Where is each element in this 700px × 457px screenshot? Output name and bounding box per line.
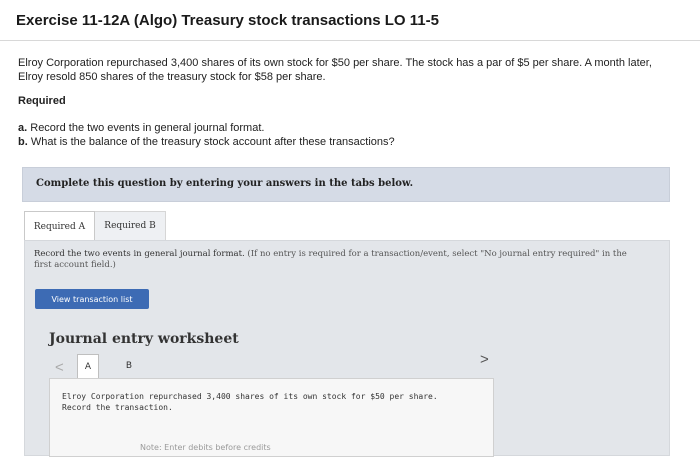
requirements-list: a. Record the two events in general jour… [18,121,395,149]
worksheet-title: Journal entry worksheet [49,331,239,347]
instructions-text: Complete this question by entering your … [36,178,414,189]
requirement-b-label: b. [18,136,28,148]
title-divider [0,40,700,41]
tab-required-a[interactable]: Required A [24,211,95,241]
panel-instruction-text: Record the two events in general journal… [34,249,245,259]
instructions-banner: Complete this question by entering your … [22,167,670,202]
worksheet-description: Elroy Corporation repurchased 3,400 shar… [62,391,438,413]
tab-panel: Record the two events in general journal… [24,240,670,457]
required-heading: Required [18,95,66,107]
problem-line-2: Elroy resold 850 shares of the treasury … [18,71,326,83]
worksheet-tab-a[interactable]: A [77,354,99,378]
requirement-a-text: Record the two events in general journal… [30,122,265,134]
worksheet-description-box: Elroy Corporation repurchased 3,400 shar… [49,378,494,457]
requirement-a-label: a. [18,122,28,134]
worksheet-desc-line-2: Record the transaction. [62,403,173,412]
prev-arrow-icon[interactable]: < [55,359,64,376]
exercise-title: Exercise 11-12A (Algo) Treasury stock tr… [16,12,439,29]
requirement-b-text: What is the balance of the treasury stoc… [30,136,395,148]
view-transaction-list-button[interactable]: View transaction list [35,289,149,309]
problem-statement: Elroy Corporation repurchased 3,400 shar… [18,56,683,84]
worksheet-hint: Note: Enter debits before credits [140,443,271,452]
requirement-b: b. What is the balance of the treasury s… [18,135,395,149]
tab-required-b[interactable]: Required B [95,211,166,241]
panel-note-line-1: (If no entry is required for a transacti… [247,249,627,259]
panel-note-line-2: first account field.) [34,260,116,270]
problem-line-1: Elroy Corporation repurchased 3,400 shar… [18,57,652,69]
worksheet-tab-b[interactable]: B [117,354,141,378]
panel-instructions: Record the two events in general journal… [34,249,664,271]
requirement-a: a. Record the two events in general jour… [18,121,395,135]
worksheet-desc-line-1: Elroy Corporation repurchased 3,400 shar… [62,392,438,401]
next-arrow-icon[interactable]: > [480,351,489,368]
